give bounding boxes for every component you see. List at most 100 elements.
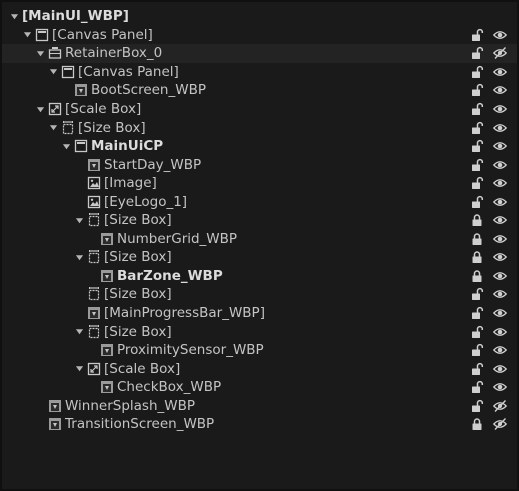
tree-row-scale-box[interactable]: [Scale Box] bbox=[2, 359, 517, 378]
tree-item-label: BarZone_WBP bbox=[117, 267, 223, 284]
unlock-icon[interactable] bbox=[470, 102, 484, 116]
tree-row-numbergrid-wbp[interactable]: NumberGrid_WBP bbox=[2, 230, 517, 249]
expand-arrow-icon[interactable] bbox=[73, 326, 85, 338]
visibility-eye-icon[interactable] bbox=[493, 306, 507, 320]
visibility-eye-icon[interactable] bbox=[493, 139, 507, 153]
expand-arrow-icon[interactable] bbox=[34, 103, 46, 115]
tree-item-label: WinnerSplash_WBP bbox=[65, 397, 196, 414]
tree-item-label: [MainProgressBar_WBP] bbox=[104, 305, 265, 322]
size-box-icon bbox=[87, 213, 101, 227]
widget-blueprint-icon bbox=[74, 83, 88, 97]
tree-row-mainprogressbar-wbp[interactable]: [MainProgressBar_WBP] bbox=[2, 304, 517, 323]
unlock-icon[interactable] bbox=[470, 287, 484, 301]
unlock-icon[interactable] bbox=[470, 325, 484, 339]
unlock-icon[interactable] bbox=[470, 46, 484, 60]
visibility-eye-icon[interactable] bbox=[493, 232, 507, 246]
unlock-icon[interactable] bbox=[470, 139, 484, 153]
lock-icon[interactable] bbox=[470, 232, 484, 246]
unlock-icon[interactable] bbox=[470, 362, 484, 376]
widget-blueprint-icon bbox=[100, 232, 114, 246]
tree-row-winnersplash-wbp[interactable]: WinnerSplash_WBP bbox=[2, 396, 517, 415]
expand-arrow-icon[interactable] bbox=[34, 47, 46, 59]
tree-row-size-box[interactable]: [Size Box] bbox=[2, 211, 517, 230]
tree-item-label: NumberGrid_WBP bbox=[117, 230, 238, 247]
tree-item-label: [Size Box] bbox=[104, 323, 172, 340]
row-controls bbox=[470, 63, 507, 82]
visibility-eye-icon[interactable] bbox=[493, 176, 507, 190]
row-controls bbox=[470, 137, 507, 156]
lock-icon[interactable] bbox=[470, 250, 484, 264]
unlock-icon[interactable] bbox=[470, 158, 484, 172]
visibility-eye-icon[interactable] bbox=[493, 65, 507, 79]
expand-arrow-icon[interactable] bbox=[60, 140, 72, 152]
expand-arrow-icon[interactable] bbox=[73, 363, 85, 375]
tree-row-canvas-panel[interactable]: [Canvas Panel] bbox=[2, 26, 517, 45]
tree-row-bootscreen-wbp[interactable]: BootScreen_WBP bbox=[2, 81, 517, 100]
visibility-eye-icon[interactable] bbox=[493, 362, 507, 376]
visibility-eye-icon[interactable] bbox=[493, 250, 507, 264]
tree-row-checkbox-wbp[interactable]: CheckBox_WBP bbox=[2, 378, 517, 397]
tree-row-transitionscreen-wbp[interactable]: TransitionScreen_WBP bbox=[2, 415, 517, 434]
visibility-hidden-icon[interactable] bbox=[493, 46, 507, 60]
scale-box-icon bbox=[48, 102, 62, 116]
visibility-eye-icon[interactable] bbox=[493, 158, 507, 172]
unlock-icon[interactable] bbox=[470, 121, 484, 135]
lock-icon[interactable] bbox=[470, 269, 484, 283]
visibility-eye-icon[interactable] bbox=[493, 380, 507, 394]
unlock-icon[interactable] bbox=[470, 176, 484, 190]
tree-row-image[interactable]: [Image] bbox=[2, 174, 517, 193]
visibility-eye-icon[interactable] bbox=[493, 287, 507, 301]
tree-row-size-box[interactable]: [Size Box] bbox=[2, 248, 517, 267]
unlock-icon[interactable] bbox=[470, 306, 484, 320]
tree-item-label: BootScreen_WBP bbox=[91, 82, 206, 99]
row-controls bbox=[470, 211, 507, 230]
unlock-icon[interactable] bbox=[470, 28, 484, 42]
tree-item-label: [MainUI_WBP] bbox=[22, 8, 129, 25]
visibility-eye-icon[interactable] bbox=[493, 343, 507, 357]
visibility-eye-icon[interactable] bbox=[493, 213, 507, 227]
visibility-eye-icon[interactable] bbox=[493, 195, 507, 209]
unlock-icon[interactable] bbox=[470, 343, 484, 357]
expand-arrow-icon[interactable] bbox=[73, 251, 85, 263]
canvas-panel-icon bbox=[74, 139, 88, 153]
row-controls bbox=[470, 44, 507, 63]
visibility-eye-icon[interactable] bbox=[493, 269, 507, 283]
expand-arrow-icon[interactable] bbox=[47, 122, 59, 134]
widget-blueprint-icon bbox=[87, 158, 101, 172]
tree-row-size-box[interactable]: [Size Box] bbox=[2, 322, 517, 341]
lock-icon[interactable] bbox=[470, 417, 484, 431]
expand-arrow-icon[interactable] bbox=[47, 66, 59, 78]
unlock-icon[interactable] bbox=[470, 195, 484, 209]
tree-row-startday-wbp[interactable]: StartDay_WBP bbox=[2, 155, 517, 174]
visibility-eye-icon[interactable] bbox=[493, 121, 507, 135]
unlock-icon[interactable] bbox=[470, 399, 484, 413]
expand-arrow-icon[interactable] bbox=[21, 29, 33, 41]
visibility-eye-icon[interactable] bbox=[493, 102, 507, 116]
expand-arrow-icon[interactable] bbox=[8, 10, 20, 22]
unlock-icon[interactable] bbox=[470, 65, 484, 79]
row-controls bbox=[470, 304, 507, 323]
tree-row-mainuicp[interactable]: MainUiCP bbox=[2, 137, 517, 156]
visibility-hidden-icon[interactable] bbox=[493, 417, 507, 431]
tree-row-proximitysensor-wbp[interactable]: ProximitySensor_WBP bbox=[2, 341, 517, 360]
tree-row-scale-box[interactable]: [Scale Box] bbox=[2, 100, 517, 119]
visibility-eye-icon[interactable] bbox=[493, 28, 507, 42]
tree-item-label: RetainerBox_0 bbox=[65, 45, 163, 62]
lock-icon[interactable] bbox=[470, 213, 484, 227]
tree-item-label: [Size Box] bbox=[104, 212, 172, 229]
tree-row-barzone-wbp[interactable]: BarZone_WBP bbox=[2, 267, 517, 286]
tree-row-mainui-wbp[interactable]: [MainUI_WBP] bbox=[2, 7, 517, 26]
unlock-icon[interactable] bbox=[470, 83, 484, 97]
visibility-eye-icon[interactable] bbox=[493, 325, 507, 339]
tree-row-canvas-panel[interactable]: [Canvas Panel] bbox=[2, 63, 517, 82]
visibility-eye-icon[interactable] bbox=[493, 83, 507, 97]
tree-item-label: MainUiCP bbox=[91, 138, 164, 155]
expand-arrow-icon[interactable] bbox=[73, 214, 85, 226]
tree-row-eyelogo-1[interactable]: [EyeLogo_1] bbox=[2, 192, 517, 211]
visibility-hidden-icon[interactable] bbox=[493, 399, 507, 413]
tree-row-retainerbox-0[interactable]: RetainerBox_0 bbox=[2, 44, 517, 63]
tree-row-size-box[interactable]: [Size Box] bbox=[2, 285, 517, 304]
tree-row-size-box[interactable]: [Size Box] bbox=[2, 118, 517, 137]
unlock-icon[interactable] bbox=[470, 380, 484, 394]
tree-item-label: [Size Box] bbox=[78, 119, 146, 136]
